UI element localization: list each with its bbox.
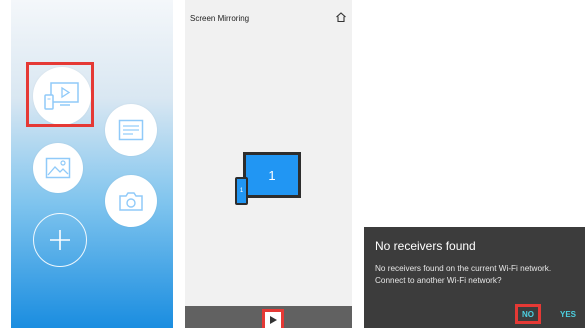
header: Screen Mirroring [185,0,352,26]
camera-icon [119,192,143,211]
screen-mirroring-highlight [26,62,94,127]
document-icon [118,119,144,141]
source-phone: 1 [235,177,248,205]
play-button[interactable] [262,309,284,328]
phone-label: 1 [239,188,244,194]
gallery-icon [45,157,71,179]
gallery-button[interactable] [33,143,83,193]
document-button[interactable] [105,104,157,156]
launcher-screen [11,0,173,328]
no-button[interactable]: NO [515,304,541,324]
home-icon[interactable] [335,11,347,23]
add-button[interactable] [33,213,87,267]
dialog-message: No receivers found on the current Wi-Fi … [375,264,552,285]
page-title: Screen Mirroring [190,14,250,23]
camera-button[interactable] [105,175,157,227]
monitor-label: 1 [268,167,276,183]
receiver-monitor: 1 [243,152,301,198]
no-receivers-dialog: No receivers found No receivers found on… [364,227,585,328]
dialog-title: No receivers found [375,239,476,253]
play-icon [270,316,277,324]
add-icon [50,230,70,250]
screen-mirroring-screen: Screen Mirroring 1 1 [185,0,352,328]
yes-button[interactable]: YES [554,304,582,324]
